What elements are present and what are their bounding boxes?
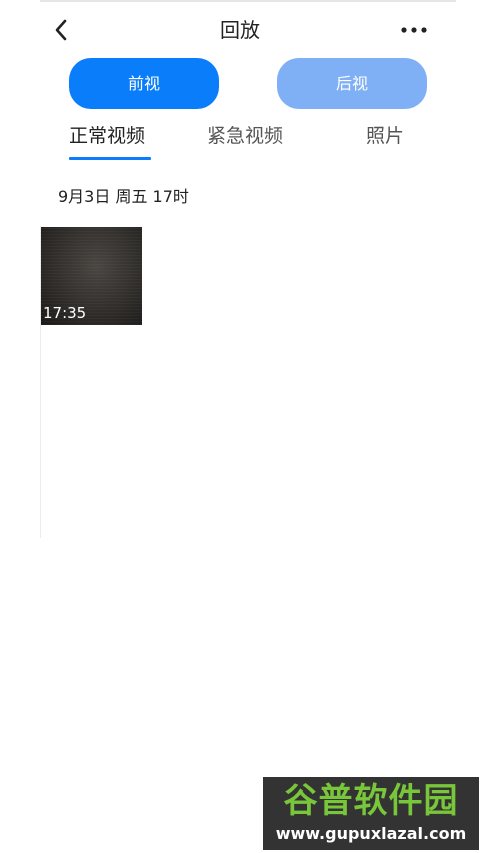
tab-emergency-video[interactable]: 紧急视频 — [207, 122, 283, 150]
active-tab-indicator — [69, 157, 151, 160]
watermark-logo: 谷普软件园 — [283, 781, 459, 821]
video-type-tabs: 正常视频 紧急视频 照片 — [0, 122, 480, 162]
front-camera-button[interactable]: 前视 — [69, 58, 219, 109]
top-divider — [40, 0, 456, 2]
rear-camera-button[interactable]: 后视 — [277, 58, 427, 109]
tab-photos[interactable]: 照片 — [366, 122, 404, 150]
tab-normal-video[interactable]: 正常视频 — [69, 122, 145, 150]
thumbnail-timestamp: 17:35 — [43, 304, 87, 322]
watermark-url: www.gupuxlazal.com — [275, 824, 467, 843]
site-watermark: 谷普软件园 www.gupuxlazal.com — [263, 777, 479, 850]
more-horizontal-icon[interactable] — [398, 22, 430, 36]
app-header: 回放 — [0, 10, 480, 50]
video-thumbnail[interactable]: 17:35 — [41, 227, 142, 325]
recording-group-label: 9月3日 周五 17时 — [58, 187, 189, 206]
